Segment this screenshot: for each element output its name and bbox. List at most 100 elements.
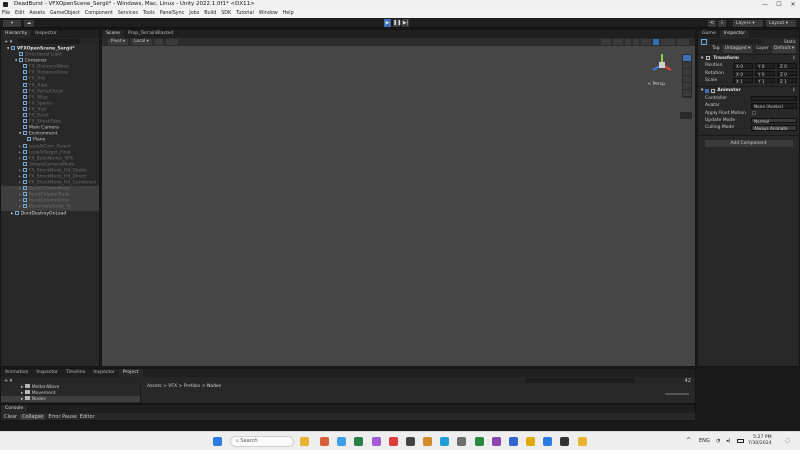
- menu-edit[interactable]: Edit: [15, 9, 24, 18]
- scale-y[interactable]: Y 1: [755, 77, 775, 84]
- transform-tool-icon[interactable]: [683, 90, 691, 96]
- step-button[interactable]: ▶|: [402, 19, 409, 27]
- hand-tool-icon[interactable]: [683, 55, 691, 61]
- close-button[interactable]: ✕: [786, 0, 800, 9]
- breadcrumb-assets[interactable]: Assets: [147, 384, 162, 389]
- tab-prefab[interactable]: Prop_TerrainBlasted: [124, 30, 177, 38]
- tab-hierarchy[interactable]: Hierarchy: [1, 30, 32, 38]
- animator-checkbox[interactable]: [705, 89, 710, 94]
- hierarchy-search[interactable]: + ▾: [1, 38, 99, 45]
- taskbar-app-icon[interactable]: [337, 437, 346, 446]
- position-z[interactable]: Z 0: [777, 63, 797, 69]
- static-checkbox[interactable]: Static: [784, 38, 796, 45]
- perspective-label[interactable]: < Persp: [647, 82, 665, 87]
- project-add-icon[interactable]: + ▾: [4, 378, 12, 384]
- taskbar-app-icon[interactable]: [389, 437, 398, 446]
- tab-animation[interactable]: Animation: [1, 369, 32, 377]
- notification-bell-icon[interactable]: ◌: [785, 437, 790, 444]
- taskbar-app-icon[interactable]: [492, 437, 501, 446]
- tab-inspector[interactable]: Inspector: [719, 30, 750, 38]
- account-button[interactable]: ▾: [3, 19, 21, 27]
- menu-component[interactable]: Component: [85, 9, 113, 18]
- tab-scene[interactable]: Scene: [102, 30, 125, 38]
- battery-icon[interactable]: [737, 439, 744, 443]
- layers-dropdown[interactable]: Layers ▾: [733, 19, 763, 27]
- start-icon[interactable]: [213, 437, 222, 446]
- menu-file[interactable]: File: [2, 9, 10, 18]
- rect-tool-icon[interactable]: [683, 83, 691, 89]
- zoom-slider[interactable]: [665, 392, 689, 395]
- minimize-button[interactable]: —: [758, 0, 772, 9]
- gizmos-dropdown[interactable]: [661, 39, 675, 45]
- editor-dropdown[interactable]: Editor: [80, 414, 95, 420]
- avatar-field[interactable]: None (Avatar): [751, 103, 797, 109]
- menu-help[interactable]: Help: [283, 9, 294, 18]
- project-search-field[interactable]: [524, 378, 635, 383]
- taskbar-app-icon[interactable]: [475, 437, 484, 446]
- component-menu-icon[interactable]: ⋮: [792, 55, 797, 62]
- rotation-z[interactable]: Z 0: [777, 70, 797, 77]
- menu-gameobject[interactable]: GameObject: [50, 9, 80, 18]
- layout-dropdown[interactable]: Layout ▾: [766, 19, 796, 27]
- animator-header[interactable]: ▾ Animator ⋮: [698, 87, 799, 94]
- taskbar-app-icon[interactable]: [509, 437, 518, 446]
- search-field[interactable]: [18, 39, 81, 44]
- lighting-icon[interactable]: [625, 39, 631, 45]
- rotation-x[interactable]: X 0: [733, 70, 753, 77]
- collapse-button[interactable]: Collapse: [20, 414, 46, 420]
- history-icon[interactable]: ⟲: [708, 19, 716, 27]
- menu-sdk[interactable]: SDK: [221, 9, 231, 18]
- list-item[interactable]: ▸ DontDestroyOnLoad: [1, 210, 99, 217]
- camera-settings-icon[interactable]: [677, 39, 689, 45]
- scale-x[interactable]: X 1: [733, 77, 753, 84]
- taskbar-app-icon[interactable]: [457, 437, 466, 446]
- taskbar-app-icon[interactable]: [372, 437, 381, 446]
- menu-build[interactable]: Build: [204, 9, 216, 18]
- wifi-icon[interactable]: ◔: [716, 438, 720, 444]
- language-indicator[interactable]: ENG: [699, 438, 710, 444]
- local-dropdown[interactable]: Local ▾: [131, 39, 152, 45]
- tab-project[interactable]: Project: [118, 369, 143, 377]
- taskbar-search[interactable]: ⌕ Search: [230, 436, 294, 447]
- draw-mode-icon[interactable]: [601, 39, 611, 45]
- menu-services[interactable]: Services: [118, 9, 138, 18]
- menu-panelsync[interactable]: PanelSync: [160, 9, 185, 18]
- info-icon[interactable]: [653, 39, 659, 45]
- taskbar-app-icon[interactable]: [543, 437, 552, 446]
- menu-tools[interactable]: Tools: [143, 9, 155, 18]
- name-field[interactable]: [710, 39, 762, 45]
- position-x[interactable]: X 0: [733, 63, 753, 69]
- 2d-toggle[interactable]: [613, 39, 623, 45]
- orientation-gizmo[interactable]: [649, 52, 675, 78]
- tag-dropdown[interactable]: Untagged ▾: [722, 45, 753, 53]
- tab-inspector-left[interactable]: Inspector: [31, 30, 60, 38]
- fx-icon[interactable]: [641, 39, 651, 45]
- pause-button[interactable]: ❚❚: [393, 19, 401, 27]
- search-icon[interactable]: ⌕: [718, 19, 726, 27]
- breadcrumb-vfx[interactable]: VFX: [168, 384, 177, 389]
- breadcrumb-nodes[interactable]: Nodes: [207, 384, 221, 389]
- transform-header[interactable]: ▾ Transform ⋮: [698, 55, 799, 62]
- clear-button[interactable]: Clear: [4, 414, 17, 420]
- tray-chevron-icon[interactable]: ^: [686, 437, 691, 444]
- taskbar-app-icon[interactable]: [320, 437, 329, 446]
- layer-dropdown[interactable]: Default ▾: [771, 45, 797, 53]
- scale-z[interactable]: Z 1: [777, 77, 797, 84]
- breadcrumb-prefabs[interactable]: Prefabs: [184, 384, 201, 389]
- extra-tool-icon[interactable]: [680, 112, 692, 119]
- taskbar-app-icon[interactable]: [406, 437, 415, 446]
- root-motion-checkbox[interactable]: [752, 111, 757, 116]
- play-button[interactable]: ▶: [384, 19, 391, 27]
- error-pause-button[interactable]: Error Pause: [48, 414, 76, 420]
- tab-timeline[interactable]: Timeline: [62, 369, 90, 377]
- scene-viewport[interactable]: < Persp: [102, 46, 695, 366]
- maximize-button[interactable]: ☐: [772, 0, 786, 9]
- controller-field[interactable]: [751, 95, 797, 102]
- tab-inspector-bottom[interactable]: Inspector: [32, 369, 61, 377]
- update-mode-dropdown[interactable]: Normal: [751, 117, 797, 124]
- tab-console[interactable]: Console: [1, 405, 28, 413]
- rotation-y[interactable]: Y 0: [755, 70, 775, 77]
- add-component-button[interactable]: Add Component: [704, 139, 793, 147]
- position-y[interactable]: Y 0: [755, 63, 775, 69]
- menu-jobs[interactable]: Jobs: [189, 9, 199, 18]
